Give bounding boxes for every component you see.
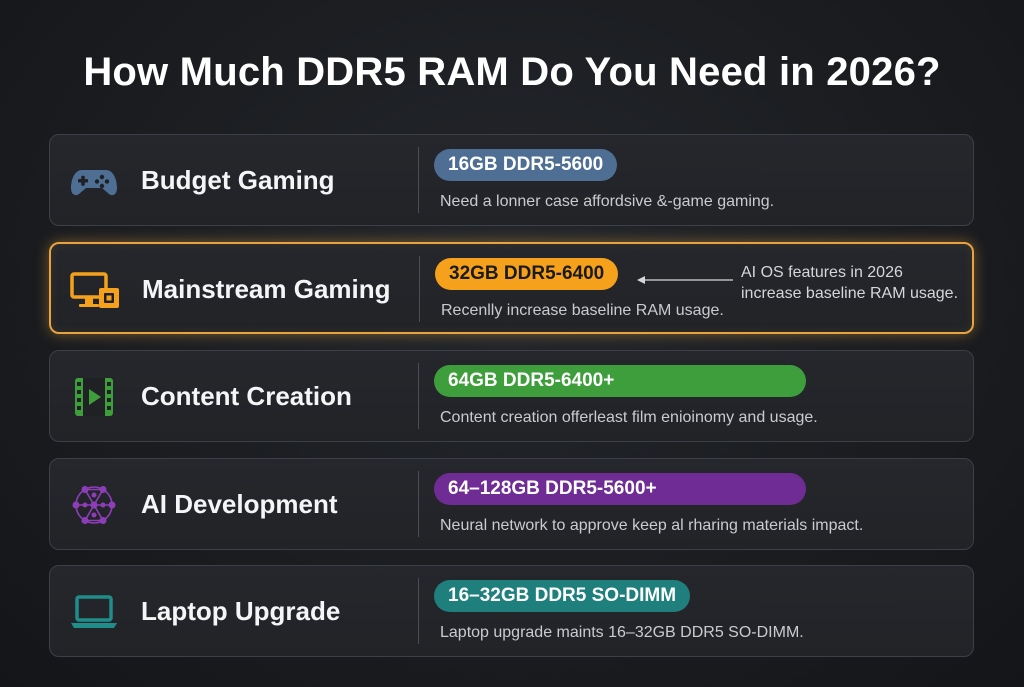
tier-card-content-creation: Content Creation 64GB DDR5-6400+ Content… [49, 350, 974, 442]
spec-badge: 32GB DDR5-6400 [435, 258, 619, 290]
spec-badge: 16–32GB DDR5 SO-DIMM [434, 580, 691, 612]
tier-card-budget-gaming: Budget Gaming 16GB DDR5-5600 Need a lonn… [49, 134, 974, 226]
spec-badge: 64–128GB DDR5-5600+ [434, 473, 806, 505]
callout-line: increase baseline RAM usage. [741, 285, 959, 302]
page-title: How Much DDR5 RAM Do You Need in 2026? [83, 50, 941, 94]
neural-network-icon [68, 481, 120, 529]
laptop-icon [68, 588, 120, 636]
spec-badge: 64GB DDR5-6400+ [434, 365, 806, 397]
tier-label: AI Development [141, 489, 338, 519]
tier-label: Content Creation [141, 381, 352, 411]
callout-line: AI OS features in 2026 [741, 264, 903, 281]
tier-description: Neural network to approve keep al rharin… [440, 517, 864, 534]
callout-arrow-icon [637, 272, 733, 284]
tier-label: Budget Gaming [141, 165, 335, 195]
divider [418, 147, 419, 213]
tier-description: Need a lonner case affordsive &-game gam… [440, 193, 775, 210]
tier-description: Recenlly increase baseline RAM usage. [441, 302, 724, 319]
video-film-icon [68, 373, 120, 421]
tier-card-ai-development: AI Development 64–128GB DDR5-5600+ Neura… [49, 458, 974, 550]
pc-monitor-icon [69, 266, 121, 314]
spec-badge: 16GB DDR5-5600 [434, 149, 618, 181]
gamepad-icon [68, 157, 120, 205]
tier-label: Mainstream Gaming [142, 274, 391, 304]
divider [419, 256, 420, 322]
tier-label: Laptop Upgrade [141, 596, 341, 626]
divider [418, 578, 419, 644]
divider [418, 471, 419, 537]
tier-description: Laptop upgrade maints 16–32GB DDR5 SO-DI… [440, 624, 804, 641]
tier-card-mainstream-gaming: Mainstream Gaming 32GB DDR5-6400 Recenll… [49, 242, 974, 334]
callout-note: AI OS features in 2026 increase baseline… [741, 262, 958, 304]
divider [418, 363, 419, 429]
tier-description: Content creation offerleast film enioino… [440, 409, 818, 426]
tier-card-laptop-upgrade: Laptop Upgrade 16–32GB DDR5 SO-DIMM Lapt… [49, 565, 974, 657]
